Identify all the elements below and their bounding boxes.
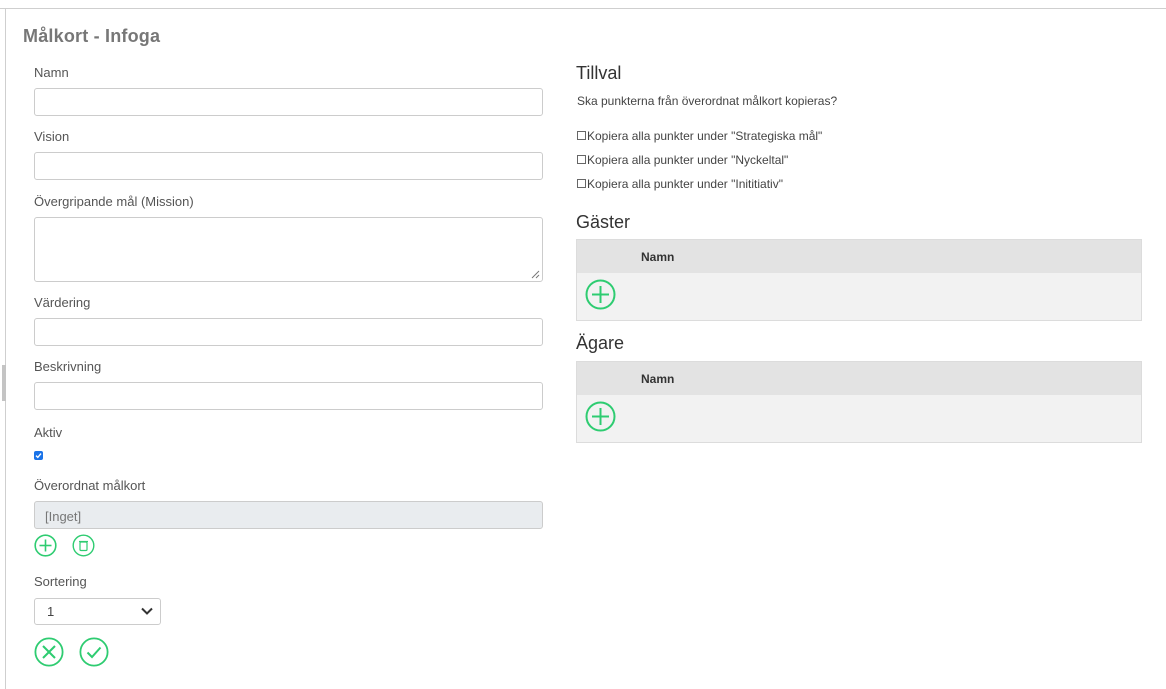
name-label: Namn bbox=[34, 65, 69, 80]
add-owner-button[interactable] bbox=[585, 401, 616, 432]
add-guest-button[interactable] bbox=[585, 279, 616, 310]
owners-table-header: Namn bbox=[577, 362, 1141, 395]
option-checkbox[interactable] bbox=[577, 155, 586, 164]
mission-textarea[interactable] bbox=[34, 217, 543, 282]
active-checkbox[interactable] bbox=[34, 451, 43, 460]
cancel-button[interactable] bbox=[34, 637, 64, 667]
options-question: Ska punkterna från överordnat målkort ko… bbox=[577, 94, 838, 108]
left-divider bbox=[5, 9, 6, 689]
option-label: Kopiera alla punkter under "Nyckeltal" bbox=[587, 153, 789, 167]
option-checkbox[interactable] bbox=[577, 131, 586, 140]
sort-value: 1 bbox=[47, 604, 55, 619]
description-label: Beskrivning bbox=[34, 359, 102, 374]
top-divider bbox=[0, 8, 1166, 9]
option-copy-strategic-goals[interactable]: Kopiera alla punkter under "Strategiska … bbox=[577, 129, 822, 143]
owners-table: Namn bbox=[576, 361, 1142, 443]
x-circle-icon bbox=[34, 637, 64, 667]
option-label: Kopiera alla punkter under "Inititiativ" bbox=[587, 177, 783, 191]
add-parent-button[interactable] bbox=[34, 534, 57, 557]
chevron-down-icon bbox=[141, 607, 153, 615]
owners-column-name: Namn bbox=[641, 372, 675, 386]
option-copy-kpis[interactable]: Kopiera alla punkter under "Nyckeltal" bbox=[577, 153, 788, 167]
resize-grip-icon[interactable] bbox=[531, 270, 540, 279]
vision-label: Vision bbox=[34, 129, 70, 144]
sort-label: Sortering bbox=[34, 574, 87, 589]
description-input[interactable] bbox=[34, 382, 543, 410]
parent-scorecard-field: [Inget] bbox=[34, 501, 543, 529]
parent-scorecard-value: [Inget] bbox=[45, 509, 82, 524]
option-label: Kopiera alla punkter under "Strategiska … bbox=[587, 129, 823, 143]
parent-scorecard-label: Överordnat målkort bbox=[34, 478, 146, 493]
values-input[interactable] bbox=[34, 318, 543, 346]
guests-table-header: Namn bbox=[577, 240, 1141, 273]
active-label: Aktiv bbox=[34, 425, 63, 440]
panel-resize-handle[interactable] bbox=[2, 365, 6, 401]
plus-circle-icon bbox=[585, 279, 616, 310]
checkmark-icon bbox=[35, 453, 42, 459]
mission-label: Övergripande mål (Mission) bbox=[34, 194, 194, 209]
owners-heading: Ägare bbox=[576, 333, 625, 353]
trash-circle-icon bbox=[72, 534, 95, 557]
vision-input[interactable] bbox=[34, 152, 543, 180]
option-copy-initiatives[interactable]: Kopiera alla punkter under "Inititiativ" bbox=[577, 177, 783, 191]
plus-circle-icon bbox=[585, 401, 616, 432]
options-heading: Tillval bbox=[576, 63, 622, 83]
guests-table: Namn bbox=[576, 239, 1142, 321]
remove-parent-button[interactable] bbox=[72, 534, 95, 557]
sort-select[interactable]: 1 bbox=[34, 598, 161, 625]
page-title: Målkort - Infoga bbox=[23, 26, 161, 46]
values-label: Värdering bbox=[34, 295, 91, 310]
check-circle-icon bbox=[79, 637, 109, 667]
guests-column-name: Namn bbox=[641, 250, 675, 264]
name-input[interactable] bbox=[34, 88, 543, 116]
plus-circle-icon bbox=[34, 534, 57, 557]
guests-heading: Gäster bbox=[576, 212, 631, 232]
save-button[interactable] bbox=[79, 637, 109, 667]
option-checkbox[interactable] bbox=[577, 179, 586, 188]
